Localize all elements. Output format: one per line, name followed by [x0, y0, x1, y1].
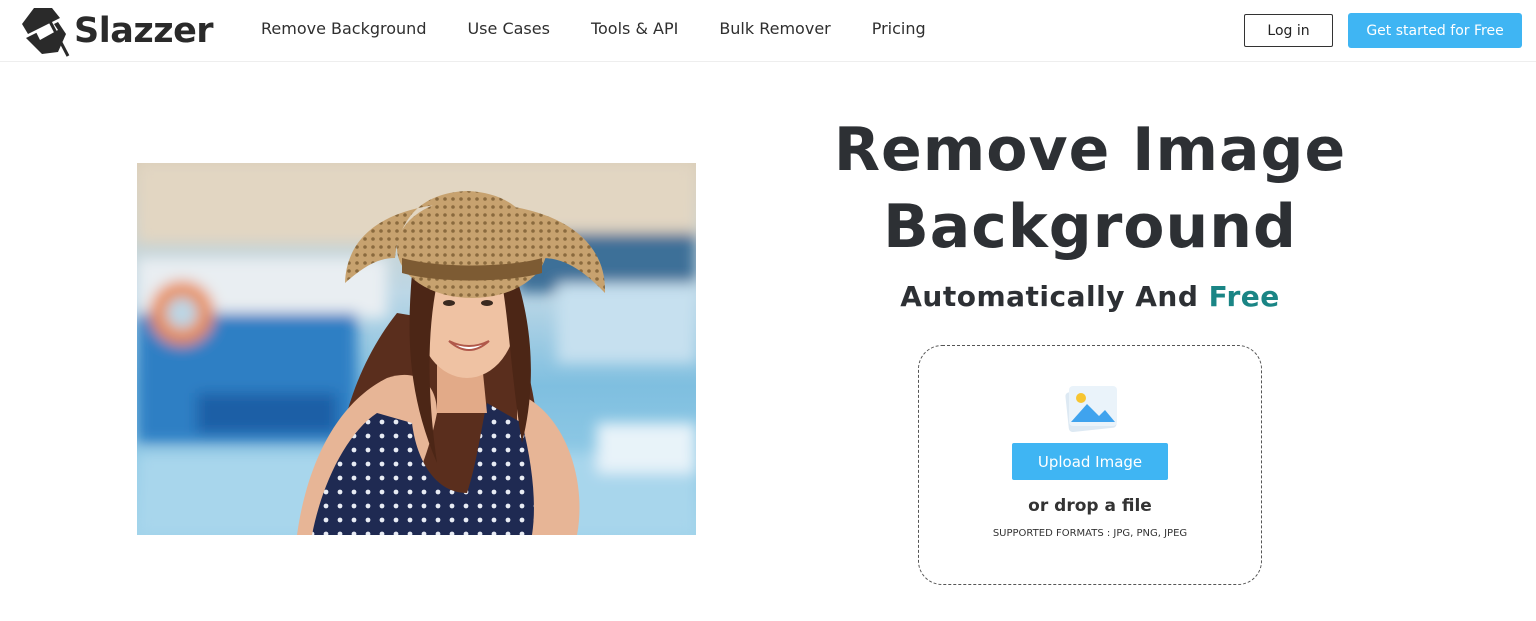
- nav-remove-background[interactable]: Remove Background: [261, 19, 426, 38]
- nav-bulk-remover[interactable]: Bulk Remover: [719, 19, 830, 38]
- hero-title: Remove Image Background: [790, 112, 1390, 266]
- upload-image-button[interactable]: Upload Image: [1012, 443, 1168, 480]
- main-nav: Remove Background Use Cases Tools & API …: [261, 19, 967, 38]
- nav-use-cases[interactable]: Use Cases: [467, 19, 549, 38]
- hero-title-line-1: Remove Image: [833, 115, 1347, 185]
- upload-dropzone[interactable]: Upload Image or drop a file SUPPORTED FO…: [918, 345, 1262, 585]
- hero-photo: [137, 163, 696, 535]
- woman-in-sun-hat-photo: [137, 163, 696, 535]
- hero-subtitle-prefix: Automatically And: [900, 280, 1209, 313]
- drop-file-text: or drop a file: [1028, 496, 1152, 516]
- hero-title-line-2: Background: [883, 192, 1297, 262]
- brand-logo[interactable]: Slazzer: [18, 4, 214, 58]
- nav-pricing[interactable]: Pricing: [872, 19, 926, 38]
- get-started-button[interactable]: Get started for Free: [1348, 13, 1522, 48]
- site-header: Slazzer Remove Background Use Cases Tool…: [0, 0, 1536, 62]
- hero-subtitle: Automatically And Free: [840, 280, 1340, 313]
- login-button[interactable]: Log in: [1244, 14, 1333, 47]
- slazzer-logo-icon: [22, 8, 70, 57]
- brand-name: Slazzer: [74, 11, 214, 51]
- nav-tools-api[interactable]: Tools & API: [591, 19, 678, 38]
- hero-subtitle-accent: Free: [1208, 280, 1280, 313]
- image-upload-icon: [1065, 386, 1117, 432]
- supported-formats-text: SUPPORTED FORMATS : JPG, PNG, JPEG: [992, 528, 1188, 539]
